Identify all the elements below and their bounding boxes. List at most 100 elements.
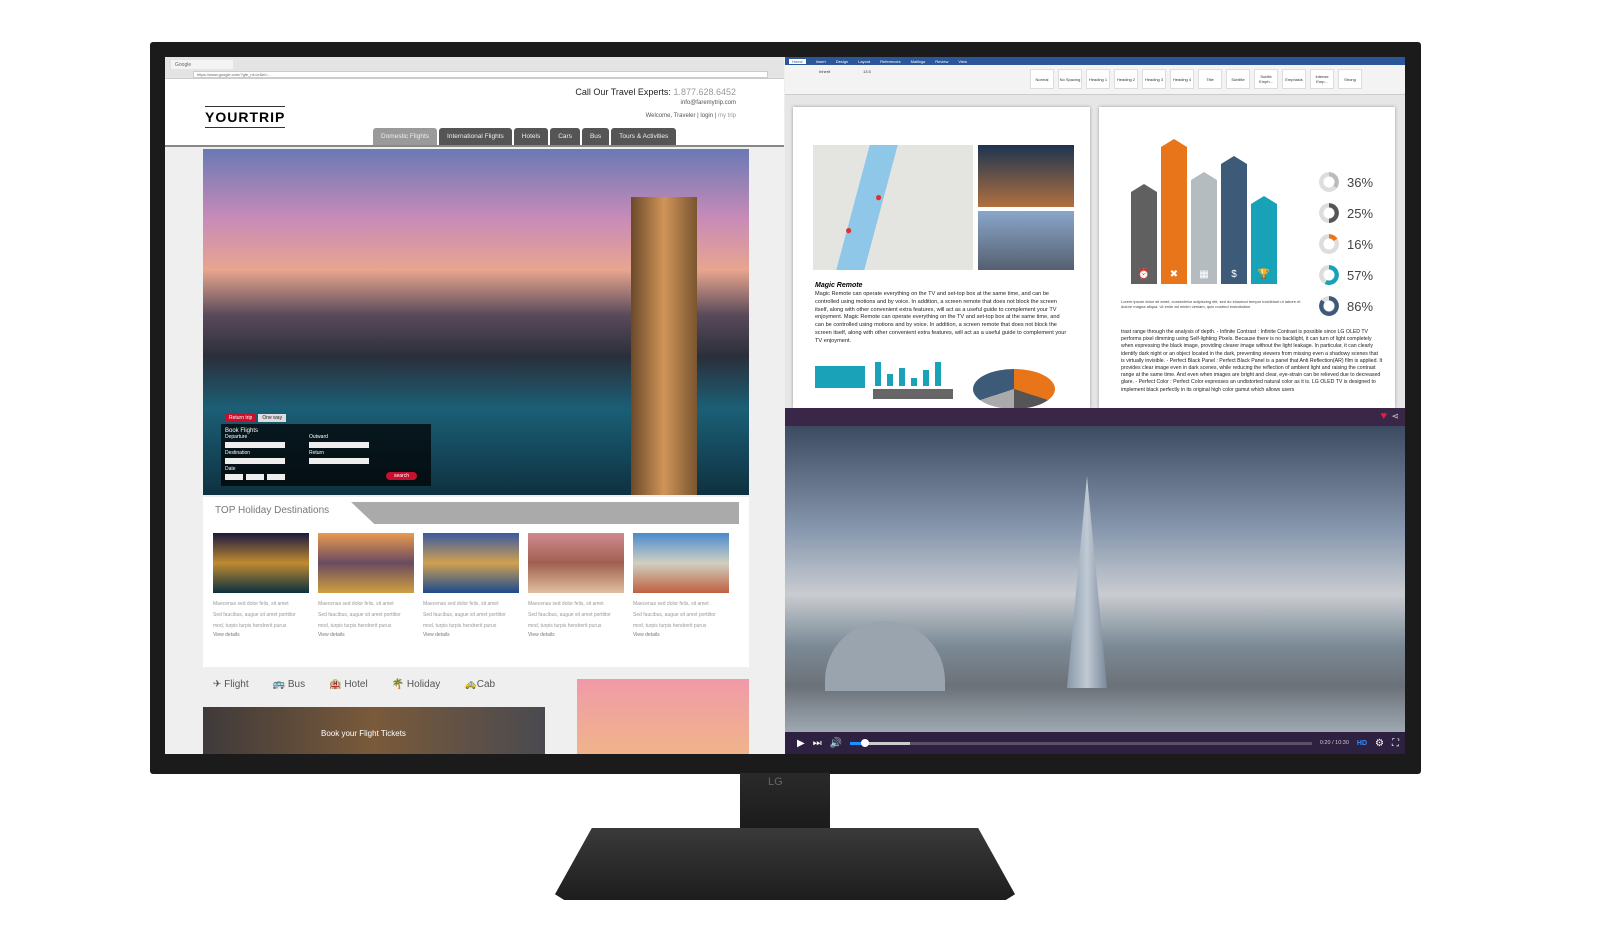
service-label: Hotel: [344, 679, 368, 690]
one-way-tab[interactable]: One way: [258, 414, 287, 422]
destinations-title: TOP Holiday Destinations: [215, 505, 330, 516]
seek-handle[interactable]: [860, 738, 869, 747]
destination-card[interactable]: Maecenas sed dolor felis, sit amet Sed fa…: [528, 533, 624, 638]
service-flight[interactable]: ✈ Flight: [213, 679, 249, 690]
style-strong[interactable]: Strong: [1338, 69, 1362, 89]
view-details-link[interactable]: View details: [213, 632, 309, 638]
destination-label: Destination: [225, 450, 251, 456]
nav-domestic-flights[interactable]: Domestic Flights: [373, 128, 438, 145]
date-month-select[interactable]: [246, 474, 264, 480]
volume-icon[interactable]: 🔊: [830, 738, 842, 749]
destination-image[interactable]: [423, 533, 519, 593]
video-topbar: ♥ ⋖: [785, 408, 1405, 426]
skyscraper: [1067, 476, 1107, 688]
ribbon-tab-review[interactable]: Review: [935, 59, 948, 64]
ribbon-tab-view[interactable]: View: [958, 59, 967, 64]
service-cab[interactable]: 🚕Cab: [464, 679, 495, 690]
bar: [935, 362, 941, 386]
hd-quality-button[interactable]: HD: [1357, 740, 1367, 747]
service-hotel[interactable]: 🏨 Hotel: [329, 679, 368, 690]
view-details-link[interactable]: View details: [633, 632, 729, 638]
nav-hotels[interactable]: Hotels: [513, 128, 549, 145]
fullscreen-icon[interactable]: ⛶: [1392, 738, 1399, 749]
nav-tours[interactable]: Tours & Activities: [611, 128, 677, 145]
destination-image[interactable]: [318, 533, 414, 593]
bus-icon: 🚌: [272, 679, 286, 690]
font-size-select[interactable]: 13.5: [863, 69, 871, 74]
card-text: mod, turpis turpis hendrerit purus: [633, 623, 707, 629]
email-link[interactable]: info@faremytrip.com: [681, 100, 736, 106]
book-flights-form: Book Flights Departure Destination Date …: [221, 424, 431, 486]
departure-input[interactable]: [225, 442, 285, 448]
seek-bar[interactable]: [850, 738, 1312, 747]
style-normal[interactable]: Normal: [1030, 69, 1054, 89]
service-holiday[interactable]: 🌴 Holiday: [392, 679, 441, 690]
document-page-2[interactable]: ⏰ ✖ ▦ $ 🏆 36% 25% 16% 57% 86% Lorem ipsu…: [1099, 107, 1395, 408]
destination-card[interactable]: Maecenas sed dolor felis, sit amet Sed fa…: [213, 533, 309, 638]
donut-ring: [1319, 234, 1339, 254]
style-title[interactable]: Title: [1198, 69, 1222, 89]
style-heading-3[interactable]: Heading 3: [1142, 69, 1166, 89]
infographic-caption: Lorem ipsum dolor sit amet, consectetur …: [1121, 299, 1301, 309]
ribbon-tab-home[interactable]: Home: [789, 58, 806, 64]
address-bar[interactable]: https://www.google.com/?gfe_rd=cr&ei=...: [193, 71, 768, 78]
destination-select[interactable]: [225, 458, 285, 464]
view-details-link[interactable]: View details: [528, 632, 624, 638]
style-subtitle[interactable]: Subtitle: [1226, 69, 1250, 89]
nav-divider: [165, 145, 784, 147]
destination-card[interactable]: Maecenas sed dolor felis, sit amet Sed fa…: [423, 533, 519, 638]
ribbon-tab-insert[interactable]: Insert: [816, 59, 826, 64]
font-select[interactable]: Inherit: [819, 69, 830, 74]
browser-tab[interactable]: Google: [171, 60, 233, 69]
card-text: Maecenas sed dolor felis, sit amet: [633, 601, 709, 607]
nav-bus[interactable]: Bus: [581, 128, 610, 145]
view-details-link[interactable]: View details: [318, 632, 414, 638]
site-logo[interactable]: YOURTRIP: [205, 106, 286, 128]
view-details-link[interactable]: View details: [423, 632, 519, 638]
outward-input[interactable]: [309, 442, 369, 448]
ribbon-tab-mailings[interactable]: Mailings: [911, 59, 926, 64]
card-text: Sed faucibus, augue sit amet porttitor: [213, 612, 296, 618]
search-button[interactable]: search: [385, 472, 417, 480]
flight-promo-banner[interactable]: Book your Flight Tickets: [203, 707, 545, 754]
donut-ring: [1319, 265, 1339, 285]
tower-image: [631, 197, 697, 495]
date-day-select[interactable]: [225, 474, 243, 480]
ribbon-tab-layout[interactable]: Layout: [858, 59, 870, 64]
service-bus[interactable]: 🚌 Bus: [273, 679, 305, 690]
return-input[interactable]: [309, 458, 369, 464]
settings-gear-icon[interactable]: ⚙: [1375, 738, 1384, 749]
city-night-photo: [978, 145, 1074, 207]
destination-image[interactable]: [213, 533, 309, 593]
play-icon[interactable]: ▶: [797, 738, 805, 749]
style-heading-4[interactable]: Heading 4: [1170, 69, 1194, 89]
document-page-1[interactable]: ● ● Magic Remote Magic Remote can operat…: [793, 107, 1090, 409]
city-promo-image[interactable]: [577, 679, 749, 754]
nav-cars[interactable]: Cars: [550, 128, 580, 145]
style-heading-2[interactable]: Heading 2: [1114, 69, 1138, 89]
style-subtle-emphasis[interactable]: Subtle Emph...: [1254, 69, 1278, 89]
river: [836, 145, 898, 270]
style-emphasis[interactable]: Emphasis: [1282, 69, 1306, 89]
nav-international-flights[interactable]: International Flights: [439, 128, 512, 145]
destination-card[interactable]: Maecenas sed dolor felis, sit amet Sed fa…: [318, 533, 414, 638]
skip-next-icon[interactable]: ⏭: [813, 738, 822, 749]
destination-card[interactable]: Maecenas sed dolor felis, sit amet Sed fa…: [633, 533, 729, 638]
heart-icon[interactable]: ♥: [1380, 410, 1387, 422]
style-heading-1[interactable]: Heading 1: [1086, 69, 1110, 89]
destination-image[interactable]: [633, 533, 729, 593]
date-year-select[interactable]: [267, 474, 285, 480]
ribbon-tab-references[interactable]: References: [880, 59, 900, 64]
style-no-spacing[interactable]: No Spacing: [1058, 69, 1082, 89]
share-icon[interactable]: ⋖: [1391, 411, 1399, 422]
my-trip-link[interactable]: my trip: [718, 113, 736, 119]
style-intense-emphasis[interactable]: Intense Emp...: [1310, 69, 1334, 89]
map-image: ● ●: [813, 145, 973, 270]
login-link[interactable]: login: [700, 113, 713, 119]
return-trip-tab[interactable]: Return trip: [225, 414, 257, 422]
return-label: Return: [309, 450, 325, 456]
video-frame[interactable]: [785, 426, 1405, 732]
ribbon-tab-design[interactable]: Design: [836, 59, 848, 64]
destination-image[interactable]: [528, 533, 624, 593]
percentage-label: 57%: [1347, 267, 1374, 283]
